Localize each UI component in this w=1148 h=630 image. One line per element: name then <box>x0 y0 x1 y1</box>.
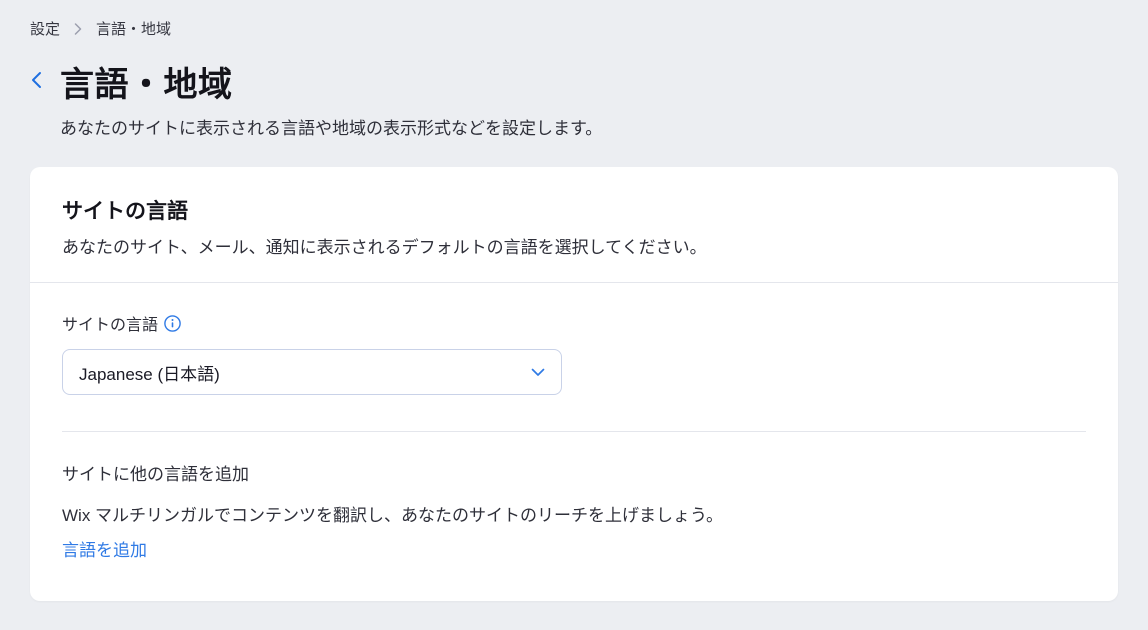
select-value: Japanese (日本語) <box>79 360 220 385</box>
breadcrumb-current: 言語・地域 <box>96 18 171 39</box>
chevron-right-icon <box>74 23 82 35</box>
back-button[interactable] <box>30 57 42 89</box>
multilingual-section: サイトに他の言語を追加 Wix マルチリンガルでコンテンツを翻訳し、あなたのサイ… <box>62 432 1086 593</box>
info-icon[interactable] <box>164 315 181 332</box>
card-header: サイトの言語 あなたのサイト、メール、通知に表示されるデフォルトの言語を選択して… <box>30 167 1118 283</box>
chevron-down-icon <box>531 368 545 377</box>
breadcrumb-root[interactable]: 設定 <box>30 18 60 39</box>
language-card: サイトの言語 あなたのサイト、メール、通知に表示されるデフォルトの言語を選択して… <box>30 167 1118 601</box>
add-language-link[interactable]: 言語を追加 <box>62 536 147 561</box>
card-subtitle: あなたのサイト、メール、通知に表示されるデフォルトの言語を選択してください。 <box>62 233 1086 258</box>
page-title: 言語・地域 <box>60 57 602 106</box>
site-language-label: サイトの言語 <box>62 311 158 335</box>
multilingual-title: サイトに他の言語を追加 <box>62 460 1086 485</box>
page-header: 言語・地域 あなたのサイトに表示される言語や地域の表示形式などを設定します。 <box>0 45 1148 139</box>
page-description: あなたのサイトに表示される言語や地域の表示形式などを設定します。 <box>60 114 602 139</box>
multilingual-description: Wix マルチリンガルでコンテンツを翻訳し、あなたのサイトのリーチを上げましょう… <box>62 501 1086 526</box>
site-language-select[interactable]: Japanese (日本語) <box>62 349 562 395</box>
card-body: サイトの言語 Japanese (日本語) サイトに他の言語を追加 Wix マル… <box>30 283 1118 601</box>
breadcrumb: 設定 言語・地域 <box>0 0 1148 45</box>
field-label-row: サイトの言語 <box>62 311 1086 335</box>
card-title: サイトの言語 <box>62 195 1086 225</box>
